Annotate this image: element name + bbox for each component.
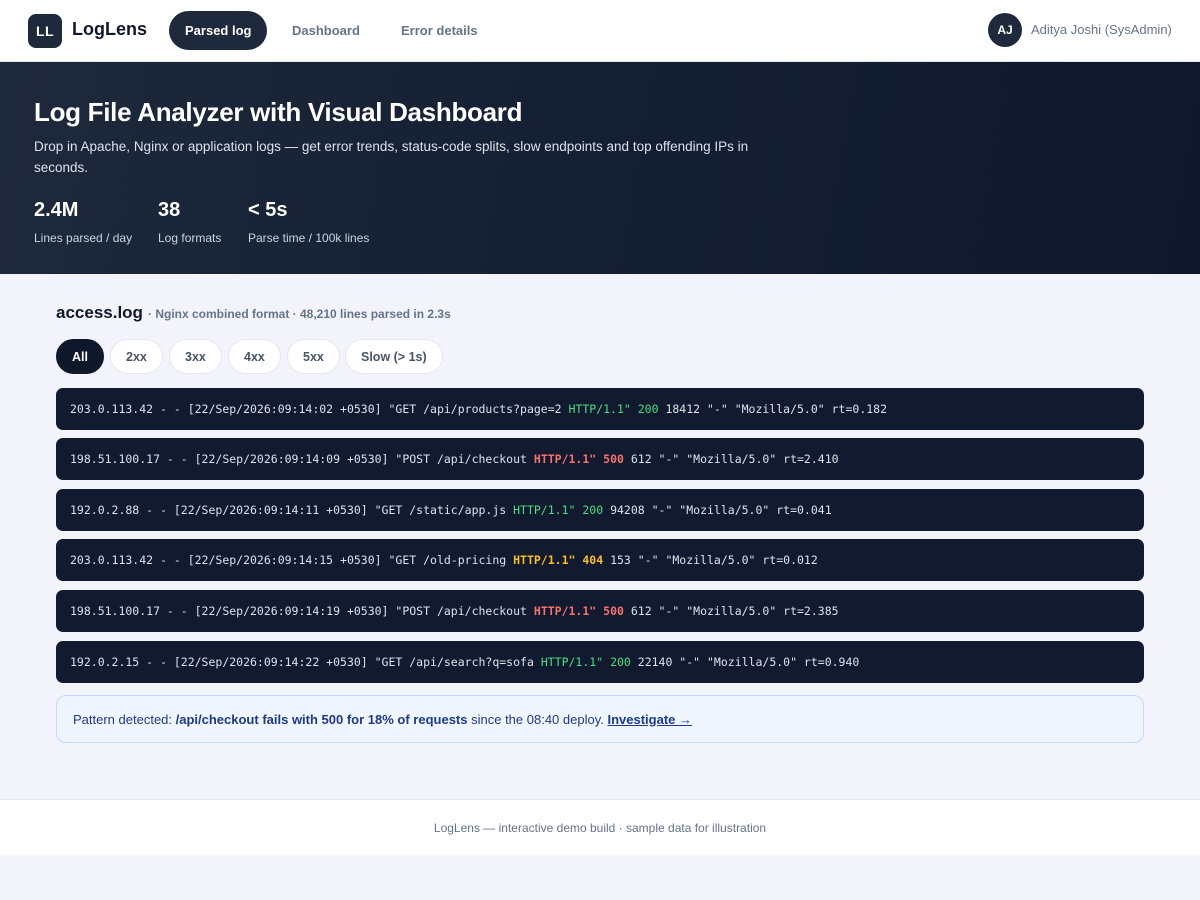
log-line[interactable]: 198.51.100.17 - - [22/Sep/2026:09:14:09 … <box>56 438 1144 480</box>
log-prefix: 192.0.2.88 - - [22/Sep/2026:09:14:11 +05… <box>70 503 514 517</box>
stat-lines-parsed: 2.4M Lines parsed / day <box>34 199 132 245</box>
log-suffix: 153 "-" "Mozilla/5.0" rt=0.012 <box>603 553 818 567</box>
stat-label: Lines parsed / day <box>34 231 133 245</box>
file-meta: · Nginx combined format · 48,210 lines p… <box>148 307 451 321</box>
log-protocol: HTTP/1.1" <box>513 503 576 517</box>
status-code: 200 <box>582 503 604 517</box>
page-title: Log File Analyzer with Visual Dashboard <box>34 97 523 127</box>
filter-chip-5xx[interactable]: 5xx <box>287 339 340 374</box>
tab-parsed-log[interactable]: Parsed log <box>169 11 268 50</box>
log-protocol: HTTP/1.1" <box>533 452 597 466</box>
user-name[interactable]: Aditya Joshi (SysAdmin) <box>1031 22 1172 37</box>
log-prefix: 198.51.100.17 - - [22/Sep/2026:09:14:09 … <box>70 452 534 466</box>
log-prefix: 203.0.113.42 - - [22/Sep/2026:09:14:15 +… <box>70 553 514 567</box>
log-line[interactable]: 203.0.113.42 - - [22/Sep/2026:09:14:02 +… <box>56 388 1144 430</box>
log-line[interactable]: 192.0.2.15 - - [22/Sep/2026:09:14:22 +05… <box>56 641 1144 683</box>
log-suffix: 18412 "-" "Mozilla/5.0" rt=0.182 <box>658 402 888 416</box>
alert-lead: Pattern detected: <box>73 711 176 727</box>
filter-chip-4xx[interactable]: 4xx <box>228 339 281 374</box>
alert-tail: since the 08:40 deploy. <box>467 711 608 727</box>
log-prefix: 198.51.100.17 - - [22/Sep/2026:09:14:19 … <box>70 604 534 618</box>
stat-label: Parse time / 100k lines <box>248 231 370 245</box>
alert-emphasis: /api/checkout fails with 500 for 18% of … <box>175 711 468 727</box>
avatar[interactable]: AJ <box>988 13 1022 47</box>
log-protocol: HTTP/1.1" <box>513 553 576 567</box>
pattern-alert: Pattern detected: /api/checkout fails wi… <box>56 695 1144 743</box>
footer-text: LogLens — interactive demo build · sampl… <box>433 820 767 835</box>
logo-text[interactable]: LogLens <box>72 19 147 40</box>
investigate-link[interactable]: Investigate → <box>607 712 692 727</box>
filter-chip-slow[interactable]: Slow (> 1s) <box>345 339 443 374</box>
log-suffix: 612 "-" "Mozilla/5.0" rt=2.410 <box>623 452 839 466</box>
log-protocol: HTTP/1.1" <box>540 655 604 669</box>
status-code: 404 <box>582 553 604 567</box>
stat-value: < 5s <box>248 199 288 221</box>
log-suffix: 22140 "-" "Mozilla/5.0" rt=0.940 <box>630 655 860 669</box>
log-line[interactable]: 203.0.113.42 - - [22/Sep/2026:09:14:15 +… <box>56 539 1144 581</box>
log-protocol: HTTP/1.1" <box>533 604 597 618</box>
log-line[interactable]: 198.51.100.17 - - [22/Sep/2026:09:14:19 … <box>56 590 1144 632</box>
filter-chip-2xx[interactable]: 2xx <box>110 339 163 374</box>
stat-log-formats: 38 Log formats <box>158 199 221 245</box>
status-code: 500 <box>603 604 624 618</box>
filter-chip-all[interactable]: All <box>56 339 104 374</box>
log-suffix: 612 "-" "Mozilla/5.0" rt=2.385 <box>623 604 839 618</box>
stat-parse-time: < 5s Parse time / 100k lines <box>248 199 369 245</box>
file-name: access.log <box>56 303 143 322</box>
log-line[interactable]: 192.0.2.88 - - [22/Sep/2026:09:14:11 +05… <box>56 489 1144 531</box>
filter-chip-3xx[interactable]: 3xx <box>169 339 222 374</box>
stat-value: 2.4M <box>34 199 79 221</box>
stat-value: 38 <box>158 199 181 221</box>
stat-label: Log formats <box>158 231 222 245</box>
top-nav: LL LogLens Parsed log Dashboard Error de… <box>0 0 1200 62</box>
log-prefix: 192.0.2.15 - - [22/Sep/2026:09:14:22 +05… <box>70 655 541 669</box>
log-prefix: 203.0.113.42 - - [22/Sep/2026:09:14:02 +… <box>70 402 569 416</box>
footer: LogLens — interactive demo build · sampl… <box>0 799 1200 855</box>
status-code: 200 <box>610 655 631 669</box>
status-code: 500 <box>603 452 624 466</box>
status-code: 200 <box>637 402 659 416</box>
logo-mark[interactable]: LL <box>28 14 62 48</box>
tab-dashboard[interactable]: Dashboard <box>276 11 376 50</box>
tab-error-details[interactable]: Error details <box>385 11 494 50</box>
log-protocol: HTTP/1.1" <box>568 402 631 416</box>
page-subtitle: Drop in Apache, Nginx or application log… <box>34 139 749 175</box>
hero-banner: Log File Analyzer with Visual Dashboard … <box>0 62 1200 274</box>
log-suffix: 94208 "-" "Mozilla/5.0" rt=0.041 <box>603 503 832 517</box>
